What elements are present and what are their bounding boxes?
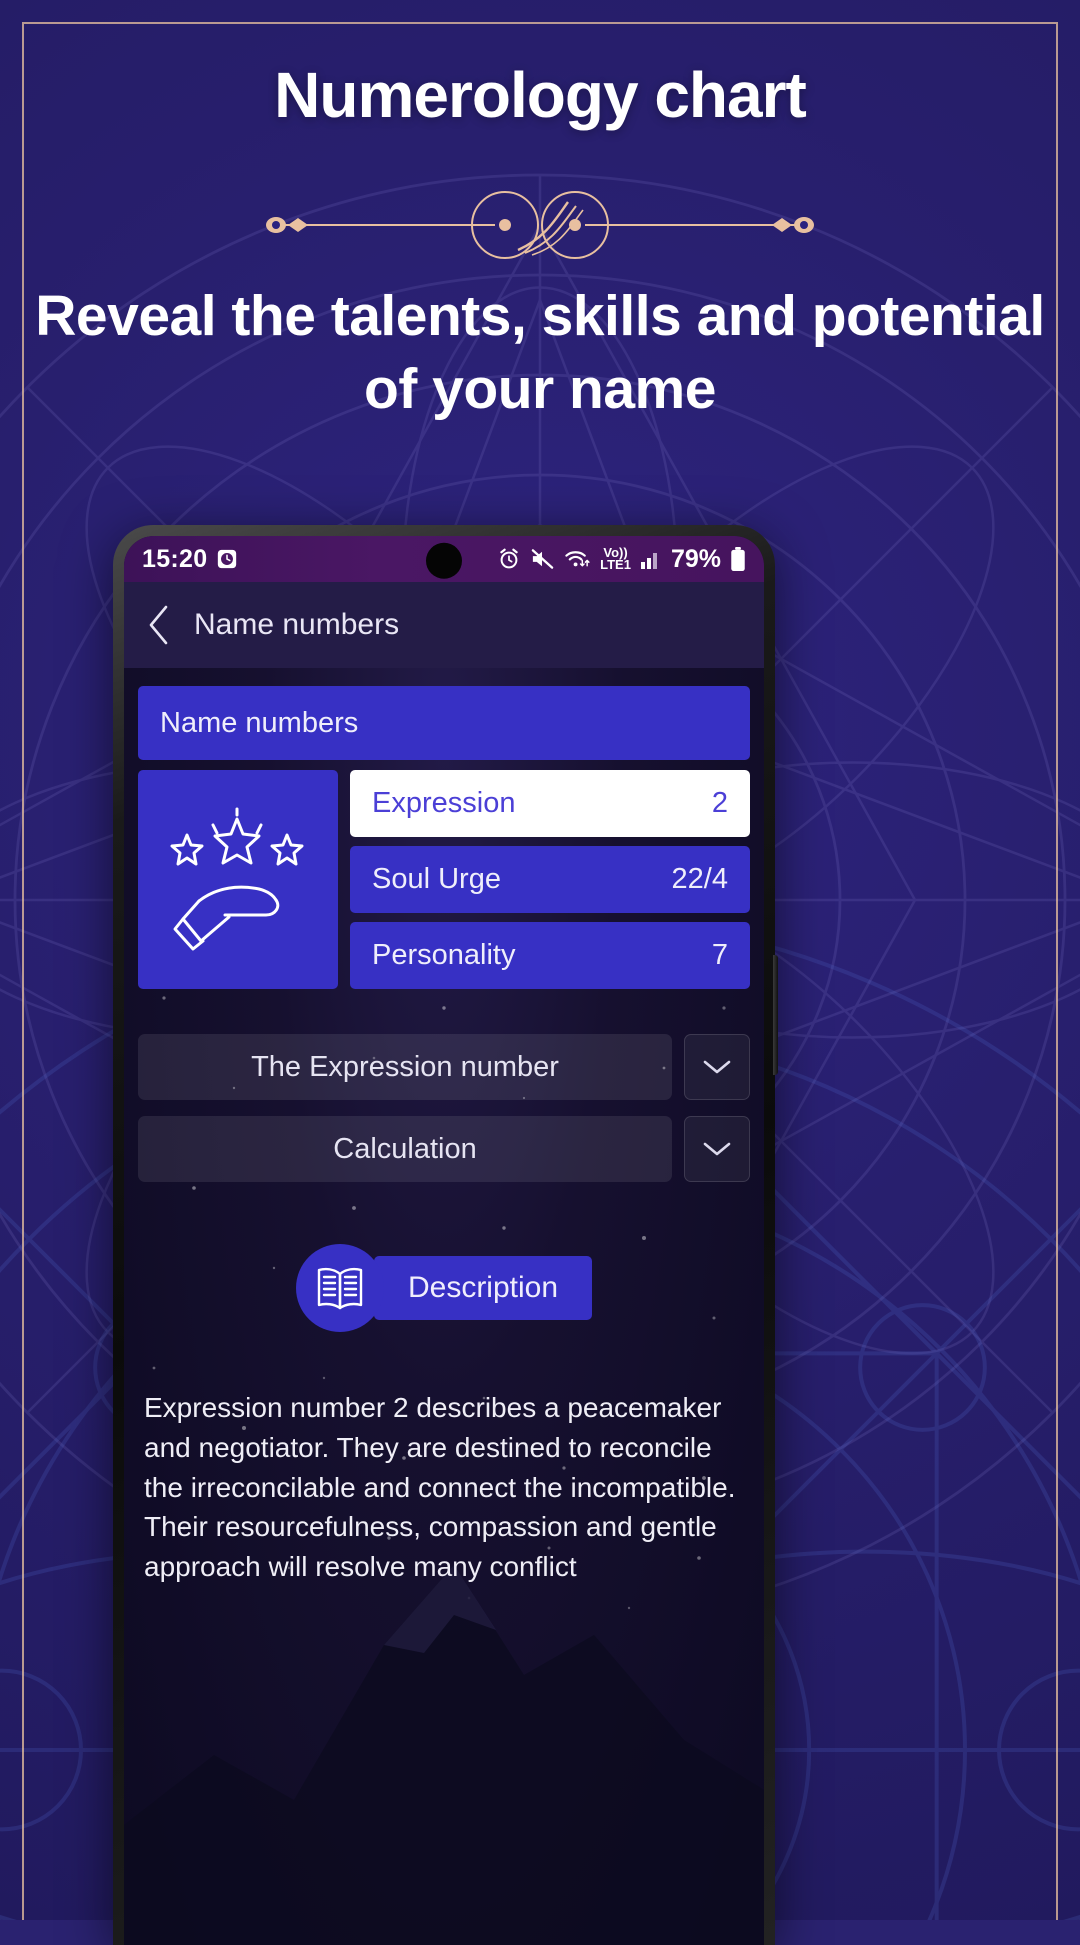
accordion-toggle-button[interactable]: [684, 1116, 750, 1182]
open-book-icon: [314, 1264, 366, 1312]
hand-with-stars-icon: [163, 807, 313, 952]
section-header: Name numbers: [138, 686, 750, 760]
number-row-expression[interactable]: Expression 2: [350, 770, 750, 837]
promo-subtitle: Reveal the talents, skills and potential…: [0, 280, 1080, 426]
chevron-down-icon: [702, 1058, 732, 1076]
signal-bars-icon: [640, 548, 662, 570]
battery-percent: 79%: [671, 545, 721, 574]
description-button-label: Description: [408, 1271, 558, 1305]
ornamental-divider: [0, 190, 1080, 260]
description-text: Expression number 2 describes a peacemak…: [138, 1388, 750, 1587]
accordion-expression-number[interactable]: The Expression number: [138, 1034, 750, 1100]
description-button-group[interactable]: Description: [138, 1244, 750, 1332]
accordion-label: Calculation: [138, 1116, 672, 1182]
accordion-toggle-button[interactable]: [684, 1034, 750, 1100]
status-time: 15:20: [142, 545, 207, 574]
back-chevron-icon[interactable]: [146, 604, 172, 646]
chevron-down-icon: [702, 1140, 732, 1158]
phone-mockup: 15:20: [113, 525, 775, 1945]
camera-punch-hole: [426, 543, 462, 579]
number-label: Expression: [372, 787, 515, 820]
number-value: 7: [712, 939, 728, 972]
status-bar: 15:20: [124, 536, 764, 582]
hand-with-stars-card: [138, 770, 338, 989]
numbers-list: Expression 2 Soul Urge 22/4 Personality …: [350, 770, 750, 989]
wifi-icon: [564, 547, 591, 571]
description-button[interactable]: Description: [374, 1256, 592, 1320]
number-label: Soul Urge: [372, 863, 501, 896]
description-icon-badge[interactable]: [296, 1244, 384, 1332]
number-value: 2: [712, 787, 728, 820]
mute-icon: [530, 547, 555, 571]
app-bar-title: Name numbers: [194, 608, 399, 642]
accordion-label: The Expression number: [138, 1034, 672, 1100]
app-content: Name numbers: [124, 668, 764, 1945]
number-label: Personality: [372, 939, 515, 972]
number-row-soul-urge[interactable]: Soul Urge 22/4: [350, 846, 750, 913]
accordion-calculation[interactable]: Calculation: [138, 1116, 750, 1182]
app-bar: Name numbers: [124, 582, 764, 668]
numbers-card-row: Expression 2 Soul Urge 22/4 Personality …: [138, 770, 750, 989]
phone-side-button[interactable]: [773, 955, 778, 1075]
phone-screen: 15:20: [124, 536, 764, 1945]
ornamental-divider-icon: [250, 190, 830, 260]
volte-bottom-label: LTE1: [600, 559, 631, 571]
battery-icon: [730, 547, 746, 572]
number-value: 22/4: [672, 863, 728, 896]
volte-indicator: Vo)) LTE1: [600, 547, 631, 572]
number-row-personality[interactable]: Personality 7: [350, 922, 750, 989]
clock-badge-icon: [216, 548, 238, 570]
alarm-icon: [497, 547, 521, 571]
promo-title: Numerology chart: [0, 58, 1080, 132]
section-header-label: Name numbers: [160, 707, 358, 740]
mountain-silhouette-decoration: [124, 1525, 764, 1945]
